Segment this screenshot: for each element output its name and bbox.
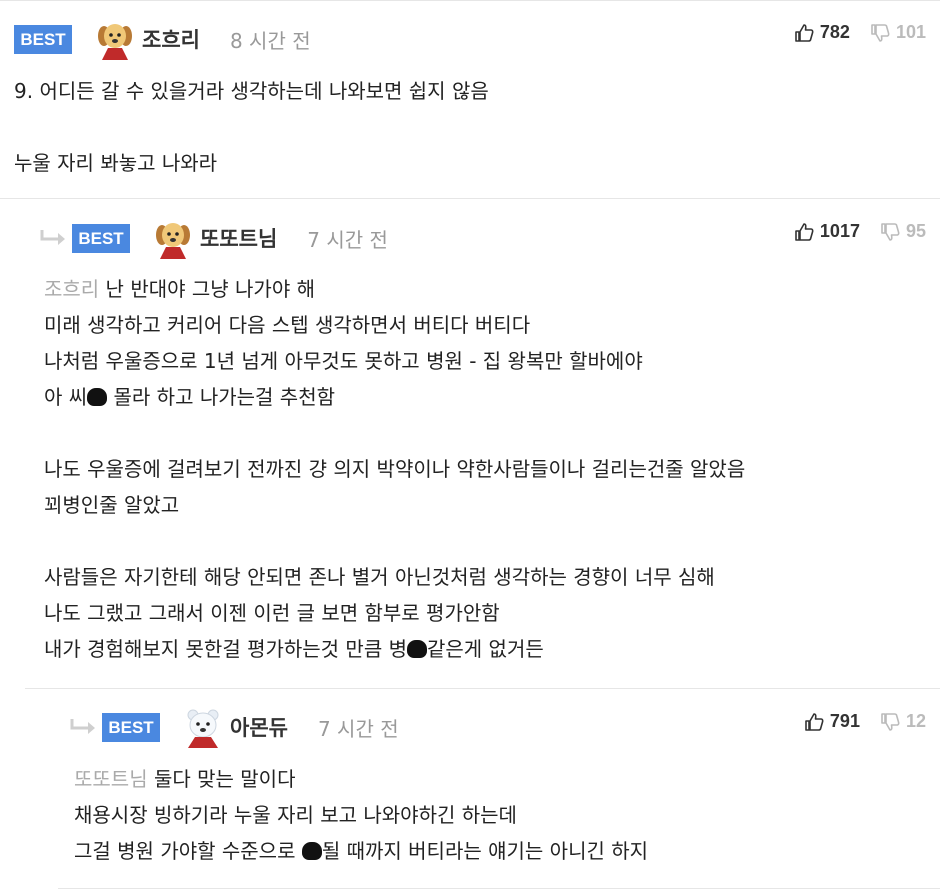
comment-nickname[interactable]: 아몬듀: [230, 712, 288, 742]
comment-nickname[interactable]: 또또트님: [200, 223, 277, 253]
comment-line: 나도 그랬고 그래서 이젠 이런 글 보면 함부로 평가안함: [44, 601, 500, 625]
comment-text: 몰라 하고 나가는걸 추천함: [107, 385, 336, 409]
mention-link[interactable]: 또또트님: [74, 767, 148, 791]
comment-line: [44, 523, 745, 559]
comment-3: BEST 아몬듀 7 시간 전 791 12 또또트님 둘다 맞는 말이다채용시…: [0, 689, 940, 889]
upvote-count: 791: [829, 711, 860, 731]
best-badge: BEST: [14, 24, 72, 54]
comment-body: 9. 어디든 갈 수 있을거라 생각하는데 나와보면 쉽지 않음 누울 자리 봐…: [14, 73, 489, 181]
comment-line: 꾀병인줄 알았고: [44, 493, 180, 517]
comment-line: 나처럼 우울증으로 1년 넘게 아무것도 못하고 병원 - 집 왕복만 할바에야: [44, 349, 643, 373]
upvote-count: 1017: [819, 221, 860, 241]
best-badge: BEST: [72, 223, 130, 253]
comment-time: 7 시간 전: [317, 716, 399, 741]
comment-line: [14, 109, 489, 145]
comment-line: 누울 자리 봐놓고 나와라: [14, 151, 218, 175]
thumbs-down-icon: [871, 23, 890, 42]
comment-header: BEST 조흐리 8 시간 전: [14, 18, 311, 60]
upvote-button[interactable]: 791: [804, 711, 860, 732]
upvote-button[interactable]: 1017: [794, 221, 860, 242]
comment-line: 내가 경험해보지 못한걸 평가하는것 만큼 병 같은게 없거든: [44, 631, 745, 667]
thumbs-up-icon: [795, 222, 814, 241]
comment-line: 채용시장 빙하기라 누울 자리 보고 나와야하긴 하는데: [74, 803, 517, 827]
comment-line: 9. 어디든 갈 수 있을거라 생각하는데 나와보면 쉽지 않음: [14, 79, 489, 103]
comment-text: 그걸 병원 가야할 수준으로: [74, 839, 302, 863]
thumbs-down-icon: [881, 712, 900, 731]
mention-link[interactable]: 조흐리: [44, 277, 99, 301]
comment-line: 아 씨 몰라 하고 나가는걸 추천함: [44, 379, 745, 415]
bottom-divider: [58, 888, 940, 889]
censor-blot: [407, 640, 427, 658]
thumbs-down-icon: [881, 222, 900, 241]
comment-body: 조흐리 난 반대야 그냥 나가야 해미래 생각하고 커리어 다음 스텝 생각하면…: [44, 271, 745, 667]
comment-2: BEST 또또트님 7 시간 전 1017 95 조흐리 난 반대야 그냥 나가…: [0, 199, 940, 688]
comment-text: 같은게 없거든: [427, 637, 544, 661]
downvote-count: 101: [895, 22, 926, 42]
comment-line: 미래 생각하고 커리어 다음 스텝 생각하면서 버티다 버티다: [44, 313, 531, 337]
downvote-count: 95: [905, 221, 926, 241]
upvote-button[interactable]: 782: [794, 22, 850, 43]
vote-group: 1017 95: [794, 221, 926, 242]
dog-avatar-icon[interactable]: [94, 18, 136, 60]
comment-text: 난 반대야 그냥 나가야 해: [99, 277, 315, 301]
comment-line: 사람들은 자기한테 해당 안되면 존나 별거 아닌것처럼 생각하는 경향이 너무…: [44, 565, 715, 589]
comment-text: 될 때까지 버티라는 얘기는 아니긴 하지: [321, 839, 649, 863]
comment-line: 또또트님 둘다 맞는 말이다: [74, 761, 648, 797]
comment-line: 조흐리 난 반대야 그냥 나가야 해: [44, 271, 745, 307]
downvote-button[interactable]: 12: [880, 711, 926, 732]
thumbs-up-icon: [805, 712, 824, 731]
downvote-count: 12: [905, 711, 926, 731]
vote-group: 782 101: [794, 22, 926, 43]
comment-text: 둘다 맞는 말이다: [147, 767, 296, 791]
vote-group: 791 12: [804, 711, 926, 732]
thumbs-up-icon: [795, 23, 814, 42]
comment-line: 그걸 병원 가야할 수준으로 될 때까지 버티라는 얘기는 아니긴 하지: [74, 833, 648, 869]
comment-header: BEST 또또트님 7 시간 전: [40, 217, 388, 259]
censor-blot: [301, 842, 322, 860]
comment-header: BEST 아몬듀 7 시간 전: [70, 706, 399, 748]
comment-line: 나도 우울증에 걸려보기 전까진 걍 의지 박약이나 약한사람들이나 걸리는건줄…: [44, 457, 746, 481]
comment-text: 아 씨: [44, 385, 88, 409]
comment-nickname[interactable]: 조흐리: [142, 24, 200, 54]
downvote-button[interactable]: 101: [870, 22, 926, 43]
censor-blot: [87, 388, 108, 406]
reply-arrow-icon: [70, 719, 95, 734]
comment-1: BEST 조흐리 8 시간 전 782 101 9. 어디든 갈 수 있을거라 …: [0, 0, 940, 199]
comment-text: 내가 경험해보지 못한걸 평가하는것 만큼 병: [44, 637, 407, 661]
best-badge: BEST: [102, 712, 160, 742]
dog-avatar-icon[interactable]: [152, 217, 194, 259]
polar-bear-avatar-icon[interactable]: [182, 706, 224, 748]
upvote-count: 782: [819, 22, 850, 42]
downvote-button[interactable]: 95: [880, 221, 926, 242]
comment-time: 7 시간 전: [307, 227, 388, 252]
comment-body: 또또트님 둘다 맞는 말이다채용시장 빙하기라 누울 자리 보고 나와야하긴 하…: [74, 761, 648, 869]
comment-line: [44, 415, 745, 451]
comment-time: 8 시간 전: [229, 28, 311, 53]
reply-arrow-icon: [40, 230, 65, 245]
